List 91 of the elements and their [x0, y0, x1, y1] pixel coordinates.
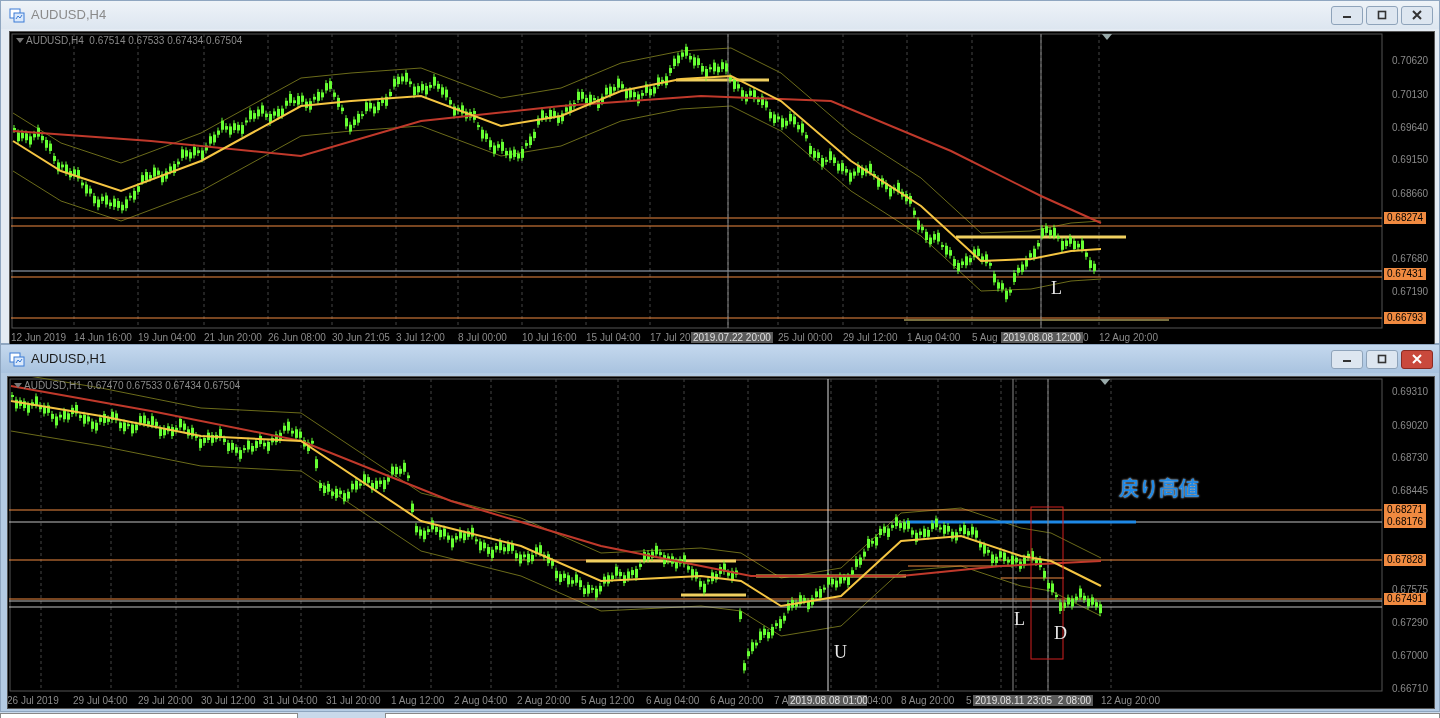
vertical-line[interactable]	[1040, 33, 1042, 329]
price-marker: 0.66793	[1384, 312, 1427, 324]
time-label: 6 Aug 20:00	[710, 695, 764, 706]
price-label: 0.69640	[1392, 122, 1429, 134]
chart-letter: L	[1051, 277, 1062, 299]
time-label: 31 Jul 04:00	[263, 695, 318, 706]
price-label: 0.67575	[1392, 584, 1429, 595]
time-label: 12 Jun 2019	[11, 332, 67, 343]
chart-legend: AUDUSD,H4 0.67514 0.67533 0.67434 0.67504	[26, 33, 243, 48]
maximize-icon	[1376, 354, 1388, 364]
price-marker: 0.67431	[1384, 268, 1427, 280]
time-label: 17 Jul 20	[650, 332, 691, 343]
price-label: 0.68660	[1392, 188, 1429, 200]
time-label: 12 Aug 20:00	[1099, 332, 1158, 343]
time-label: 19 Jun 04:00	[138, 332, 196, 343]
close-icon	[1411, 10, 1423, 20]
window-title: AUDUSD,H4	[31, 6, 107, 25]
time-label: 04:00	[867, 695, 893, 706]
maximize-button[interactable]	[1366, 349, 1398, 369]
time-label: 2019.08.11 23:05 2 08:00	[973, 695, 1094, 706]
vertical-line[interactable]	[727, 33, 729, 329]
time-label: 2 Aug 20:00	[517, 695, 571, 706]
close-button[interactable]	[1401, 5, 1433, 25]
price-label: 0.69310	[1392, 386, 1429, 398]
time-label: 1 Aug 12:00	[391, 695, 445, 706]
price-label: 0.70620	[1392, 55, 1429, 67]
time-label: 29 Jul 12:00	[843, 332, 898, 343]
price-label: 0.69020	[1392, 420, 1429, 432]
time-label: 8 Jul 00:00	[458, 332, 507, 343]
time-label: 26 Jun 08:00	[268, 332, 326, 343]
time-label: 2 Aug 04:00	[454, 695, 508, 706]
time-label: 5 Aug	[972, 332, 998, 343]
vertical-line[interactable]	[1047, 378, 1049, 692]
price-marker: 0.67828	[1384, 554, 1427, 566]
minimize-button[interactable]	[1331, 349, 1363, 369]
time-label: 5	[966, 695, 972, 706]
time-label: 10 Jul 16:00	[522, 332, 577, 343]
maximize-button[interactable]	[1366, 5, 1398, 25]
price-label: 0.68730	[1392, 452, 1429, 464]
price-label: 0.67290	[1392, 617, 1429, 629]
price-marker: 0.68176	[1384, 516, 1427, 528]
price-marker: 0.67491	[1384, 593, 1427, 605]
time-label: 1 Aug 04:00	[907, 332, 961, 343]
time-label: 30 Jun 21:05	[332, 332, 390, 343]
time-label: 15 Jul 04:00	[586, 332, 641, 343]
price-label: 0.67000	[1392, 650, 1429, 662]
price-marker: 0.68274	[1384, 212, 1427, 224]
price-label: 0.70130	[1392, 89, 1429, 101]
chart-window-icon	[9, 7, 25, 23]
time-label: 8 Aug 20:00	[901, 695, 955, 706]
shift-marker-icon[interactable]	[1102, 34, 1112, 40]
shift-marker-icon[interactable]	[1100, 379, 1110, 385]
callout-label: 戻り高値	[1119, 477, 1199, 499]
chart-letter: L	[1014, 608, 1025, 630]
time-label: 7 A	[774, 695, 789, 706]
price-label: 0.69150	[1392, 154, 1429, 166]
price-label: 0.68445	[1392, 485, 1429, 497]
price-level-line[interactable]	[906, 520, 1136, 524]
time-label: 30 Jul 12:00	[201, 695, 256, 706]
price-label: 0.67190	[1392, 286, 1429, 298]
price-label: 0.66710	[1392, 683, 1429, 695]
time-label: 25 Jul 00:00	[778, 332, 833, 343]
time-label: 3 Jul 12:00	[396, 332, 445, 343]
dropdown-icon[interactable]	[14, 383, 22, 388]
price-label: 0.67680	[1392, 253, 1429, 265]
time-label: 0	[1083, 332, 1089, 343]
chart-window-icon	[9, 351, 25, 367]
time-label: 6 Aug 04:00	[646, 695, 700, 706]
close-icon	[1411, 354, 1423, 364]
time-label: 2019.08.08 12:00	[1001, 332, 1083, 343]
time-label: 26 Jul 2019	[8, 695, 59, 706]
window-title: AUDUSD,H1	[31, 350, 107, 369]
time-label: 5 Aug 12:00	[581, 695, 635, 706]
chart-letter: U	[834, 641, 847, 663]
minimize-button[interactable]	[1331, 5, 1363, 25]
time-label: 31 Jul 20:00	[326, 695, 381, 706]
maximize-icon	[1376, 10, 1388, 20]
time-label: 2019.07.22 20:00	[691, 332, 773, 343]
dropdown-icon[interactable]	[16, 38, 24, 43]
price-marker: 0.68271	[1384, 504, 1427, 516]
chart-legend: AUDUSD,H1 0.67470 0.67533 0.67434 0.67504	[24, 378, 241, 393]
close-button[interactable]	[1401, 349, 1433, 369]
price-level-line[interactable]	[1000, 577, 1065, 579]
time-label: 14 Jun 16:00	[74, 332, 132, 343]
time-label: 29 Jul 04:00	[73, 695, 128, 706]
time-label: 12 Aug 20:00	[1101, 695, 1160, 706]
chart-letter: D	[1054, 622, 1067, 644]
price-level-line[interactable]	[8, 559, 1383, 561]
time-label: 29 Jul 20:00	[138, 695, 193, 706]
time-label: 21 Jun 20:00	[204, 332, 262, 343]
vertical-line[interactable]	[1012, 378, 1014, 692]
